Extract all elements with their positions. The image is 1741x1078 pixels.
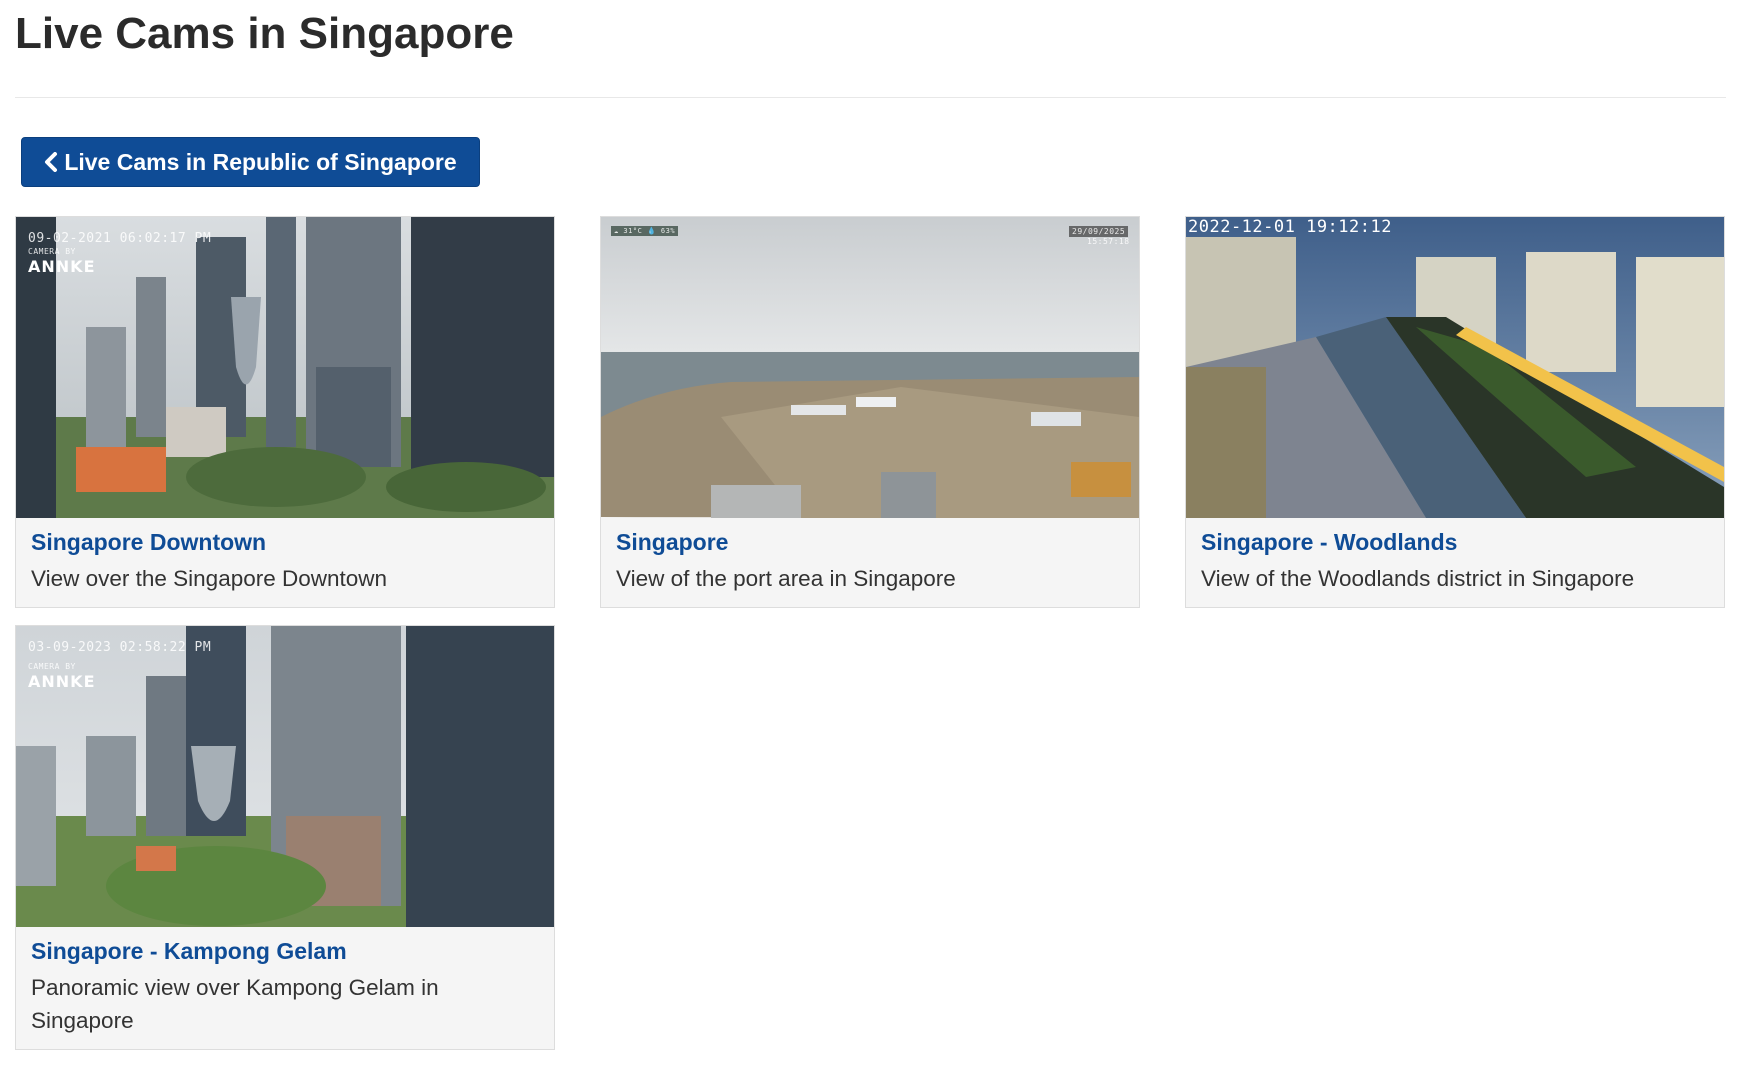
cam-card[interactable]: 03-09-2023 02:58:22 PM CAMERA BY ANNKE S… [15,625,555,1050]
cam-logo-caption: CAMERA BY [28,247,76,256]
cam-title-link[interactable]: Singapore Downtown [31,528,539,556]
cam-date: 29/09/2025 [1069,226,1129,237]
back-button-label: Live Cams in Republic of Singapore [64,148,457,175]
cam-logo-caption: CAMERA BY [28,662,76,671]
cam-title-link[interactable]: Singapore - Woodlands [1201,528,1709,556]
cam-time: 15:57:18 [1087,237,1130,246]
cam-card[interactable]: ☁ 31°C 💧 63% 29/09/2025 15:57:18 Singapo… [600,216,1140,608]
annke-logo: ANNKE [28,672,96,691]
chevron-left-icon [44,152,58,172]
cam-description: View of the port area in Singapore [616,566,956,591]
cam-timestamp: 09-02-2021 06:02:17 PM [28,231,212,246]
cam-image-kampong-gelam [16,626,554,927]
cam-image-woodlands [1186,217,1724,518]
cam-image-port [601,217,1139,518]
cam-card[interactable]: 09-02-2021 06:02:17 PM CAMERA BY ANNKE S… [15,216,555,608]
cam-title-link[interactable]: Singapore [616,528,1124,556]
cam-description: View over the Singapore Downtown [31,566,388,591]
cam-description: View of the Woodlands district in Singap… [1201,566,1635,591]
back-to-country-button[interactable]: Live Cams in Republic of Singapore [21,137,480,187]
title-divider [15,97,1726,98]
cam-card[interactable]: 2022-12-01 19:12:12 Singapore - Woodland… [1185,216,1725,608]
cam-thumbnail[interactable]: 09-02-2021 06:02:17 PM CAMERA BY ANNKE [16,217,554,518]
cam-thumbnail[interactable]: 2022-12-01 19:12:12 [1186,217,1724,518]
cam-title-link[interactable]: Singapore - Kampong Gelam [31,937,539,965]
cam-image-downtown [16,217,554,518]
cam-timestamp: 2022-12-01 19:12:12 [1188,217,1392,237]
cam-thumbnail[interactable]: 03-09-2023 02:58:22 PM CAMERA BY ANNKE [16,626,554,927]
cam-weather-status: ☁ 31°C 💧 63% [611,226,679,236]
cam-timestamp: 03-09-2023 02:58:22 PM [28,640,212,655]
annke-logo: ANNKE [28,257,96,276]
cam-thumbnail[interactable]: ☁ 31°C 💧 63% 29/09/2025 15:57:18 [601,217,1139,518]
page-title: Live Cams in Singapore [15,9,514,58]
cam-description: Panoramic view over Kampong Gelam in Sin… [31,975,439,1033]
